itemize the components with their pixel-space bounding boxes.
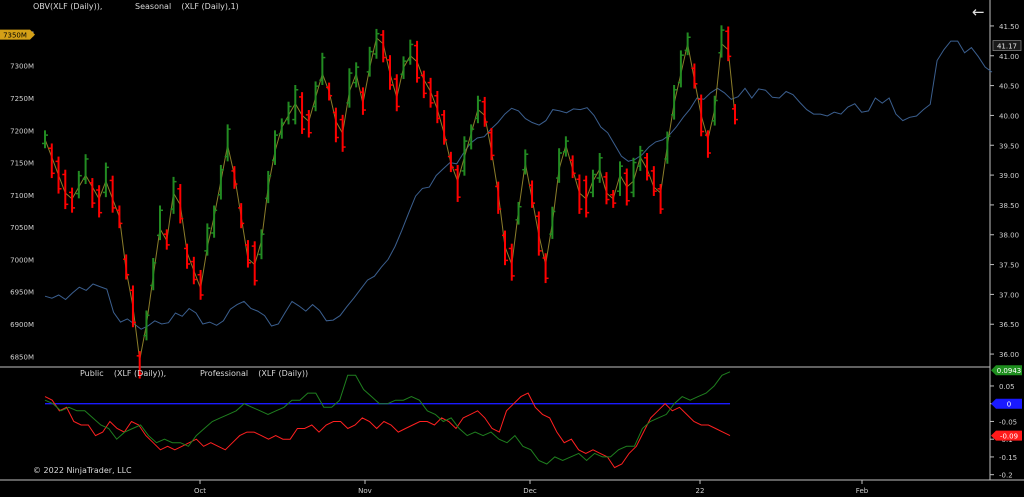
right-axis-tick-label: 41.00 (999, 53, 1019, 61)
left-axis-tick-label: 7150M (10, 160, 34, 168)
right-axis-tick-label: 39.50 (999, 142, 1019, 150)
lower-value-badge-label: 0.0943 (997, 367, 1022, 375)
x-axis-tick-label: Oct (194, 487, 206, 495)
right-axis-tick-label: 40.00 (999, 112, 1019, 120)
right-axis-tick-label: 41.50 (999, 23, 1019, 31)
copyright-text: © 2022 NinjaTrader, LLC (33, 466, 132, 475)
lower-value-badge-label: -0.09 (1000, 433, 1018, 441)
professional-indicator-label: Professional (XLF (Daily)) (200, 369, 309, 378)
right-axis-tick-label: 38.00 (999, 232, 1019, 240)
obv-line (44, 40, 993, 330)
professional-line (44, 371, 731, 465)
obv-indicator-label: OBV(XLF (Daily)), (33, 2, 103, 11)
right-axis-tick-label: 38.50 (999, 202, 1019, 210)
left-axis-tick-label: 7100M (10, 192, 34, 200)
left-axis-tick-label: 7300M (10, 63, 34, 71)
x-axis-tick-label: Dec (523, 487, 537, 495)
right-axis-tick-label: 39.00 (999, 172, 1019, 180)
x-axis-tick-label: Feb (856, 487, 869, 495)
x-axis-tick-label: Nov (358, 487, 372, 495)
right-axis-tick-label: 37.50 (999, 262, 1019, 270)
left-axis-tick-label: 6850M (10, 353, 34, 361)
lower-value-badge-label: 0 (1007, 401, 1011, 409)
left-axis-badge-label: 7350M (3, 32, 27, 40)
left-axis-tick-label: 6950M (10, 289, 34, 297)
price-badge-label: 41.17 (997, 43, 1017, 51)
left-axis-tick-label: 7250M (10, 95, 34, 103)
arrow-left-icon[interactable]: ← (972, 5, 985, 20)
lower-axis-tick-label: -0.2 (999, 472, 1013, 480)
right-axis-tick-label: 36.50 (999, 321, 1019, 329)
public-indicator-label: Public (XLF (Daily)), (80, 369, 167, 378)
left-axis-tick-label: 6900M (10, 321, 34, 329)
right-axis-tick-label: 37.00 (999, 291, 1019, 299)
lower-axis-tick-label: 0.05 (999, 383, 1015, 391)
x-axis-tick-label: 22 (696, 487, 705, 495)
right-axis-tick-label: 40.50 (999, 83, 1019, 91)
left-axis-tick-label: 7000M (10, 256, 34, 264)
seasonal-indicator-label: Seasonal (XLF (Daily),1) (135, 2, 239, 11)
lower-axis-tick-label: -0.05 (999, 418, 1017, 426)
lower-axis-tick-label: -0.15 (999, 454, 1017, 462)
left-axis-tick-label: 7050M (10, 224, 34, 232)
right-axis-tick-label: 36.00 (999, 351, 1019, 359)
left-axis-tick-label: 7200M (10, 127, 34, 135)
chart-canvas[interactable]: 6850M 6900M 6950M 7000M 7050M 7100M 7150M 7200M… (0, 0, 1024, 497)
